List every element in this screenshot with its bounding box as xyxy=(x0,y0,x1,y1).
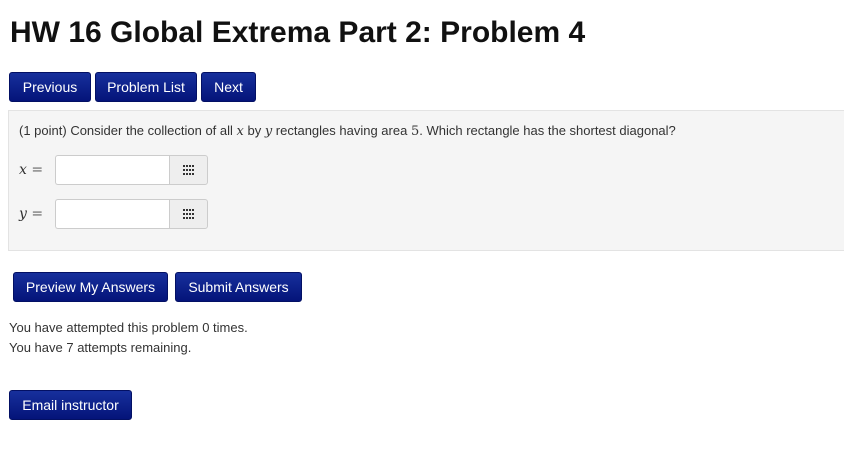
next-button[interactable]: Next xyxy=(201,72,256,102)
answer-var-y: y xyxy=(19,206,27,222)
math-area-value: 5 xyxy=(410,124,420,139)
problem-statement: (1 point) Consider the collection of all… xyxy=(19,123,676,139)
answer-label-x: x = xyxy=(19,162,43,178)
page: HW 16 Global Extrema Part 2: Problem 4 P… xyxy=(0,0,844,474)
problem-text-3: rectangles having area xyxy=(272,123,411,138)
problem-text-2: by xyxy=(243,123,265,138)
problem-text-4: . Which rectangle has the shortest diago… xyxy=(419,123,676,138)
equation-editor-button-x[interactable] xyxy=(169,155,208,185)
submit-answers-button[interactable]: Submit Answers xyxy=(175,272,302,302)
grid-icon xyxy=(183,209,195,219)
problem-points: (1 point) xyxy=(19,123,67,138)
answer-var-x: x xyxy=(19,162,27,178)
page-title: HW 16 Global Extrema Part 2: Problem 4 xyxy=(10,16,586,49)
attempts-info: You have attempted this problem 0 times.… xyxy=(9,318,248,358)
problem-text-1: Consider the collection of all xyxy=(66,123,237,138)
grid-icon xyxy=(183,165,195,175)
attempts-count: You have attempted this problem 0 times. xyxy=(9,320,248,335)
math-var-x: x xyxy=(236,124,244,139)
answer-equals-y: = xyxy=(31,206,44,222)
answer-equals-x: = xyxy=(31,162,44,178)
email-instructor-button[interactable]: Email instructor xyxy=(9,390,132,420)
problem-list-button[interactable]: Problem List xyxy=(95,72,197,102)
attempts-remaining: You have 7 attempts remaining. xyxy=(9,340,192,355)
problem-panel: (1 point) Consider the collection of all… xyxy=(8,110,844,251)
answer-input-y[interactable] xyxy=(55,199,169,229)
equation-editor-button-y[interactable] xyxy=(169,199,208,229)
answer-label-y: y = xyxy=(19,206,43,222)
preview-answers-button[interactable]: Preview My Answers xyxy=(13,272,168,302)
previous-button[interactable]: Previous xyxy=(9,72,91,102)
answer-input-x[interactable] xyxy=(55,155,169,185)
